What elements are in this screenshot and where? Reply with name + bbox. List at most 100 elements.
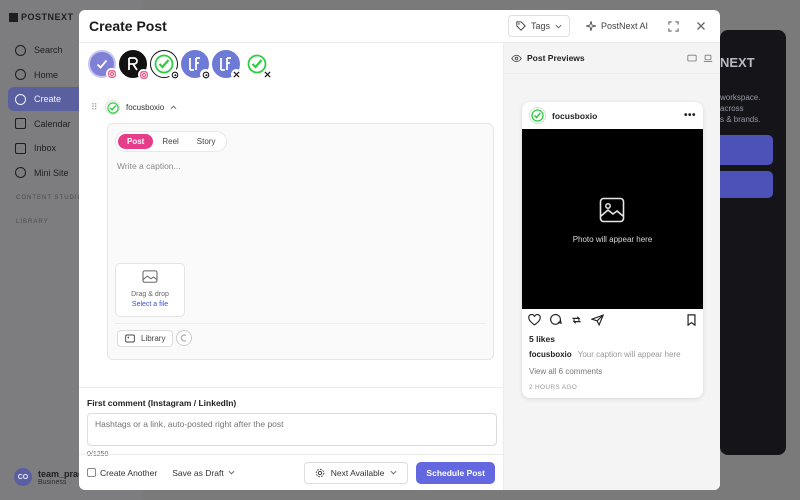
background-promo-card: NEXT workspace. across s & brands. n n <box>720 30 786 455</box>
user-plan: Business <box>38 478 67 486</box>
x-badge-icon <box>231 69 242 80</box>
green-check-logo-icon <box>531 109 544 122</box>
device-toggle <box>687 54 713 63</box>
preview-media: Photo will appear here <box>522 129 703 309</box>
threads-badge-icon <box>169 69 180 80</box>
lf-logo-icon <box>220 57 231 71</box>
instagram-badge-icon <box>106 68 117 79</box>
home-icon <box>15 69 26 81</box>
account-avatar-1[interactable] <box>88 50 117 79</box>
preview-comments: View all 6 comments <box>529 367 603 376</box>
x-badge-icon <box>262 69 273 80</box>
preview-post-header: focusboxio ••• <box>522 102 703 129</box>
canva-icon <box>180 334 187 342</box>
first-comment-input[interactable] <box>87 413 497 446</box>
green-check-logo-icon <box>106 101 119 114</box>
preview-username: focusboxio <box>552 110 598 121</box>
media-placeholder-text: Photo will appear here <box>572 235 653 244</box>
editor-divider <box>115 323 486 324</box>
account-avatar-6[interactable] <box>243 50 273 80</box>
select-file-link[interactable]: Select a file <box>116 301 184 308</box>
account-avatar-2[interactable] <box>119 50 149 80</box>
promo-title: NEXT <box>720 55 755 70</box>
close-icon <box>697 22 705 30</box>
library-button[interactable]: Library <box>117 330 174 347</box>
comment-icon <box>550 313 562 325</box>
tab-reel[interactable]: Reel <box>153 134 187 149</box>
selected-account-row: ⠿ focusboxio <box>91 100 177 115</box>
app-logo: POSTNEXT <box>9 12 74 22</box>
composer-column: ⠿ focusboxio Post Reel Story Write a cap… <box>79 43 503 490</box>
logo-mark-icon <box>9 12 18 22</box>
modal-footer: Create Another Save as Draft Next Availa… <box>79 454 503 490</box>
chevron-down-icon <box>555 24 562 29</box>
tab-story[interactable]: Story <box>188 134 225 149</box>
expand-icon <box>667 20 679 32</box>
eye-icon <box>511 54 522 62</box>
canva-button[interactable] <box>176 330 192 346</box>
postnext-ai-button[interactable]: PostNext AI <box>580 21 654 31</box>
save-draft-button[interactable]: Save as Draft <box>167 468 240 478</box>
chevron-down-icon <box>228 470 235 475</box>
preview-avatar <box>529 107 546 124</box>
close-button[interactable] <box>692 17 710 35</box>
selected-account-avatar <box>105 100 120 115</box>
header-actions: Tags PostNext AI <box>507 15 710 37</box>
search-icon <box>15 44 26 56</box>
chevron-up-icon[interactable] <box>170 104 177 111</box>
image-upload-icon <box>142 270 158 283</box>
dropzone-title: Drag & drop <box>131 291 169 298</box>
user-profile: CO team_prac Business <box>14 468 83 486</box>
drag-handle-icon[interactable]: ⠿ <box>91 102 99 113</box>
caption-input[interactable]: Write a caption... <box>117 161 181 171</box>
media-dropzone[interactable]: Drag & drop Select a file <box>115 263 185 317</box>
first-comment-section: First comment (Instagram / LinkedIn) 0/1… <box>79 387 503 458</box>
post-editor: Post Reel Story Write a caption... Drag … <box>107 123 494 360</box>
post-type-tabs: Post Reel Story <box>115 131 228 152</box>
gear-icon <box>315 468 324 477</box>
preview-column: Post Previews focusboxio ••• Photo will … <box>503 43 720 490</box>
account-avatar-3[interactable] <box>150 50 180 80</box>
share-icon <box>591 313 604 326</box>
modal-header: Create Post Tags PostNext AI <box>79 10 720 43</box>
plus-icon <box>15 93 26 105</box>
user-name: team_prac <box>38 468 84 479</box>
laptop-icon[interactable] <box>703 54 713 63</box>
instagram-preview-card: focusboxio ••• Photo will appear here 5 … <box>522 102 703 398</box>
desktop-icon[interactable] <box>687 54 697 63</box>
create-another-checkbox[interactable] <box>87 468 96 477</box>
image-placeholder-icon <box>599 197 625 223</box>
selected-account-name: focusboxio <box>126 103 165 112</box>
avatar: CO <box>14 468 32 486</box>
calendar-icon <box>15 118 26 130</box>
sparkle-icon <box>585 21 596 31</box>
preview-actions <box>528 313 697 326</box>
schedule-post-button[interactable]: Schedule Post <box>416 461 495 484</box>
first-comment-label: First comment (Instagram / LinkedIn) <box>87 398 237 408</box>
preview-header: Post Previews <box>504 43 720 74</box>
account-avatar-4[interactable] <box>181 50 211 80</box>
globe-icon <box>15 167 26 179</box>
tab-post[interactable]: Post <box>118 134 154 149</box>
create-another-toggle[interactable]: Create Another <box>87 468 157 478</box>
heart-icon <box>528 313 541 326</box>
preview-caption: focusboxio Your caption will appear here <box>529 350 681 359</box>
account-avatar-5[interactable] <box>212 50 242 80</box>
instagram-badge-icon <box>138 69 149 80</box>
promo-text: workspace. across s & brands. <box>720 93 761 124</box>
promo-button-1: n <box>720 135 773 165</box>
more-options-icon[interactable]: ••• <box>684 110 696 121</box>
preview-timestamp: 2 HOURS AGO <box>529 384 578 391</box>
inbox-icon <box>15 142 26 154</box>
repost-icon <box>572 315 581 324</box>
next-available-button[interactable]: Next Available <box>303 461 409 484</box>
chevron-down-icon <box>390 470 397 475</box>
account-selector <box>88 50 273 80</box>
modal-title: Create Post <box>89 18 167 34</box>
threads-badge-icon <box>200 69 211 80</box>
create-post-modal: Create Post Tags PostNext AI ⠿ focusboxi… <box>79 10 720 490</box>
tags-button[interactable]: Tags <box>507 15 570 37</box>
tag-icon <box>516 21 526 31</box>
expand-button[interactable] <box>664 17 682 35</box>
preview-likes: 5 likes <box>529 334 555 344</box>
